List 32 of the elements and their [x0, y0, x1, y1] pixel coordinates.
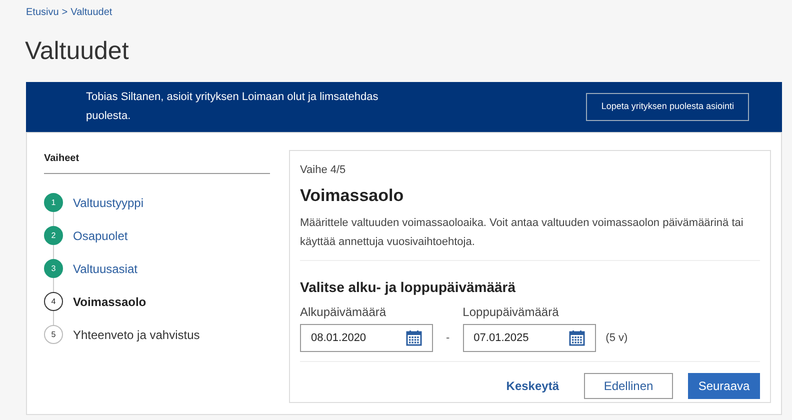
field-label: Loppupäivämäärä: [462, 304, 560, 321]
step-label: Voimassaolo: [73, 294, 146, 310]
form-description: Määrittele valtuuden voimassaoloaika. Voit antaa valtuuden voimassaolon päivämäärinä tai käyttää annettuja vuosivaihtoehtoja.: [300, 214, 760, 261]
date-field[interactable]: 08.01.2020: [300, 324, 433, 352]
date-section-heading: Valitse alku- ja loppupäivämäärä: [300, 278, 517, 297]
date-field[interactable]: 07.01.2025: [462, 324, 596, 352]
breadcrumb-link[interactable]: Etusivu: [26, 5, 59, 20]
step-number: 2: [44, 226, 63, 245]
steps-heading: Vaiheet: [44, 151, 270, 174]
step-label[interactable]: Osapuolet: [73, 226, 128, 244]
step-number: 4: [44, 292, 63, 311]
calendar-icon[interactable]: [406, 330, 422, 346]
banner-text: Tobias Siltanen, asioit yrityksen Loimaan olut ja limsatehdas puolesta.: [86, 90, 380, 124]
step-label: Yhteenveto ja vahvistus: [73, 326, 200, 344]
field-label: Alkupäivämäärä: [300, 304, 388, 321]
step-number: 5: [44, 325, 63, 344]
cancel-button[interactable]: Keskeytä: [496, 377, 569, 395]
next-button[interactable]: Seuraava: [688, 373, 760, 399]
page-title: Valtuudet: [24, 36, 130, 66]
calendar-icon[interactable]: [568, 330, 585, 346]
end-company-session-button[interactable]: Lopeta yrityksen puolesta asiointi: [586, 93, 749, 121]
breadcrumb-separator: >: [62, 6, 68, 20]
step-label[interactable]: Valtuusasiat: [73, 260, 138, 278]
range-dash: -: [445, 330, 451, 346]
duration-text: (5 v): [606, 330, 628, 346]
step-indicator: Vaihe 4/5: [300, 163, 347, 178]
step-number: 1: [44, 193, 63, 212]
breadcrumb-link[interactable]: Valtuudet: [70, 5, 112, 20]
step-number: 3: [44, 259, 63, 278]
form-heading: Voimassaolo: [300, 184, 405, 206]
step-label[interactable]: Valtuustyyppi: [73, 194, 144, 212]
previous-button[interactable]: Edellinen: [584, 373, 673, 399]
